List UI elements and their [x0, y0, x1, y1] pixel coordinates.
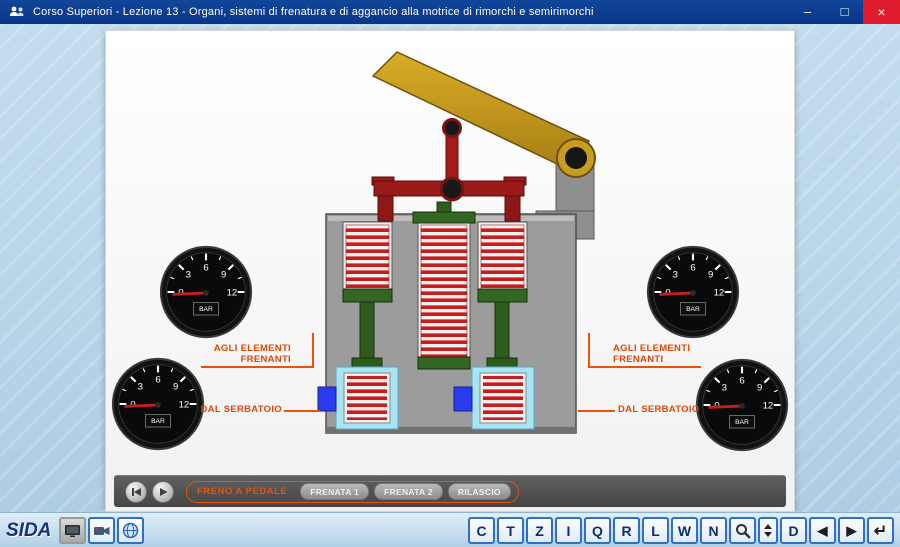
minimize-button[interactable]: –: [789, 0, 826, 24]
search-icon: [735, 523, 751, 539]
main-area: 0 3 6 9 12 BAR 0: [0, 24, 900, 512]
titlebar: Corso Superiori - Lezione 13 - Organi, s…: [0, 0, 900, 24]
spinner-button[interactable]: [758, 517, 778, 544]
gauge-tick: 3: [722, 383, 727, 394]
next-button[interactable]: ▶: [838, 517, 865, 544]
app-window: Corso Superiori - Lezione 13 - Organi, s…: [0, 0, 900, 547]
play-button[interactable]: [152, 481, 174, 503]
label-right-serbatoio: DAL SERBATOIO: [618, 404, 738, 415]
gauge-tick: 12: [714, 287, 725, 298]
gauge-needle: [124, 405, 159, 406]
player-bar: FRENO A PEDALE FRENATA 1 FRENATA 2 RILAS…: [114, 475, 786, 507]
label-text: AGLI ELEMENTI: [613, 343, 733, 354]
gauge-tick: 9: [708, 270, 713, 281]
label-text: DAL SERBATOIO: [176, 404, 282, 415]
label-text: AGLI ELEMENTI: [171, 343, 291, 354]
close-button[interactable]: ×: [863, 0, 900, 24]
prev-button[interactable]: ◀: [809, 517, 836, 544]
skip-back-button[interactable]: [125, 481, 147, 503]
gauge-unit-label: BAR: [735, 419, 749, 426]
gauge-tick: 9: [173, 382, 178, 393]
key-i-button[interactable]: I: [555, 517, 582, 544]
gauge-tick: 3: [186, 270, 191, 281]
window-controls: – □ ×: [789, 0, 900, 24]
key-l-button[interactable]: L: [642, 517, 669, 544]
gauge-tick: 6: [203, 262, 208, 273]
gauge-tick: 6: [739, 375, 744, 386]
mode-freno-a-pedale[interactable]: FRENO A PEDALE: [197, 486, 287, 497]
pressure-gauge-left-upper: 0 3 6 9 12 BAR: [158, 244, 254, 340]
gauge-unit-label: BAR: [151, 418, 165, 425]
gauge-needle: [659, 293, 694, 294]
gauge-unit-label: BAR: [686, 306, 700, 313]
label-text: DAL SERBATOIO: [618, 404, 738, 415]
animation-step-group: FRENO A PEDALE FRENATA 1 FRENATA 2 RILAS…: [186, 481, 519, 503]
key-z-button[interactable]: Z: [526, 517, 553, 544]
gauge-tick: 6: [690, 262, 695, 273]
lesson-panel: 0 3 6 9 12 BAR 0: [105, 30, 795, 512]
gauge-unit-label: BAR: [199, 306, 213, 313]
gauge-tick: 3: [138, 382, 143, 393]
key-c-button[interactable]: C: [468, 517, 495, 544]
search-button[interactable]: [729, 517, 756, 544]
gauge-tick: 9: [221, 270, 226, 281]
pressure-gauge-right-upper: 0 3 6 9 12 BAR: [645, 244, 741, 340]
gauge-needle: [172, 293, 207, 294]
users-icon: [9, 5, 25, 19]
rilascio-button[interactable]: RILASCIO: [448, 483, 511, 500]
globe-button[interactable]: [117, 517, 144, 544]
key-n-button[interactable]: N: [700, 517, 727, 544]
bottom-toolbar: SIDA: [0, 512, 900, 547]
maximize-button[interactable]: □: [826, 0, 863, 24]
enter-button[interactable]: ↵: [867, 517, 894, 544]
gauge-tick: 12: [763, 400, 774, 411]
frenata-2-button[interactable]: FRENATA 2: [374, 483, 443, 500]
label-right-frenanti: AGLI ELEMENTI FRENANTI: [613, 343, 733, 365]
frenata-1-button[interactable]: FRENATA 1: [300, 483, 369, 500]
sida-logo: SIDA: [6, 517, 51, 544]
gauge-tick: 3: [673, 270, 678, 281]
key-t-button[interactable]: T: [497, 517, 524, 544]
up-down-arrows-icon: [763, 523, 773, 538]
label-text: FRENANTI: [613, 354, 733, 365]
key-q-button[interactable]: Q: [584, 517, 611, 544]
window-title: Corso Superiori - Lezione 13 - Organi, s…: [33, 6, 789, 18]
label-left-frenanti: AGLI ELEMENTI FRENANTI: [171, 343, 291, 365]
gauge-tick: 12: [227, 287, 238, 298]
toolbar-right-group: C T Z I Q R L W N D ◀ ▶: [466, 517, 894, 544]
toolbar-left-group: SIDA: [6, 517, 144, 544]
key-r-button[interactable]: R: [613, 517, 640, 544]
key-d-button[interactable]: D: [780, 517, 807, 544]
gauge-tick: 6: [155, 374, 160, 385]
gauge-tick: 9: [757, 383, 762, 394]
label-text: FRENANTI: [171, 354, 291, 365]
camera-button[interactable]: [88, 517, 115, 544]
label-left-serbatoio: DAL SERBATOIO: [176, 404, 282, 415]
screen-button[interactable]: [59, 517, 86, 544]
key-w-button[interactable]: W: [671, 517, 698, 544]
